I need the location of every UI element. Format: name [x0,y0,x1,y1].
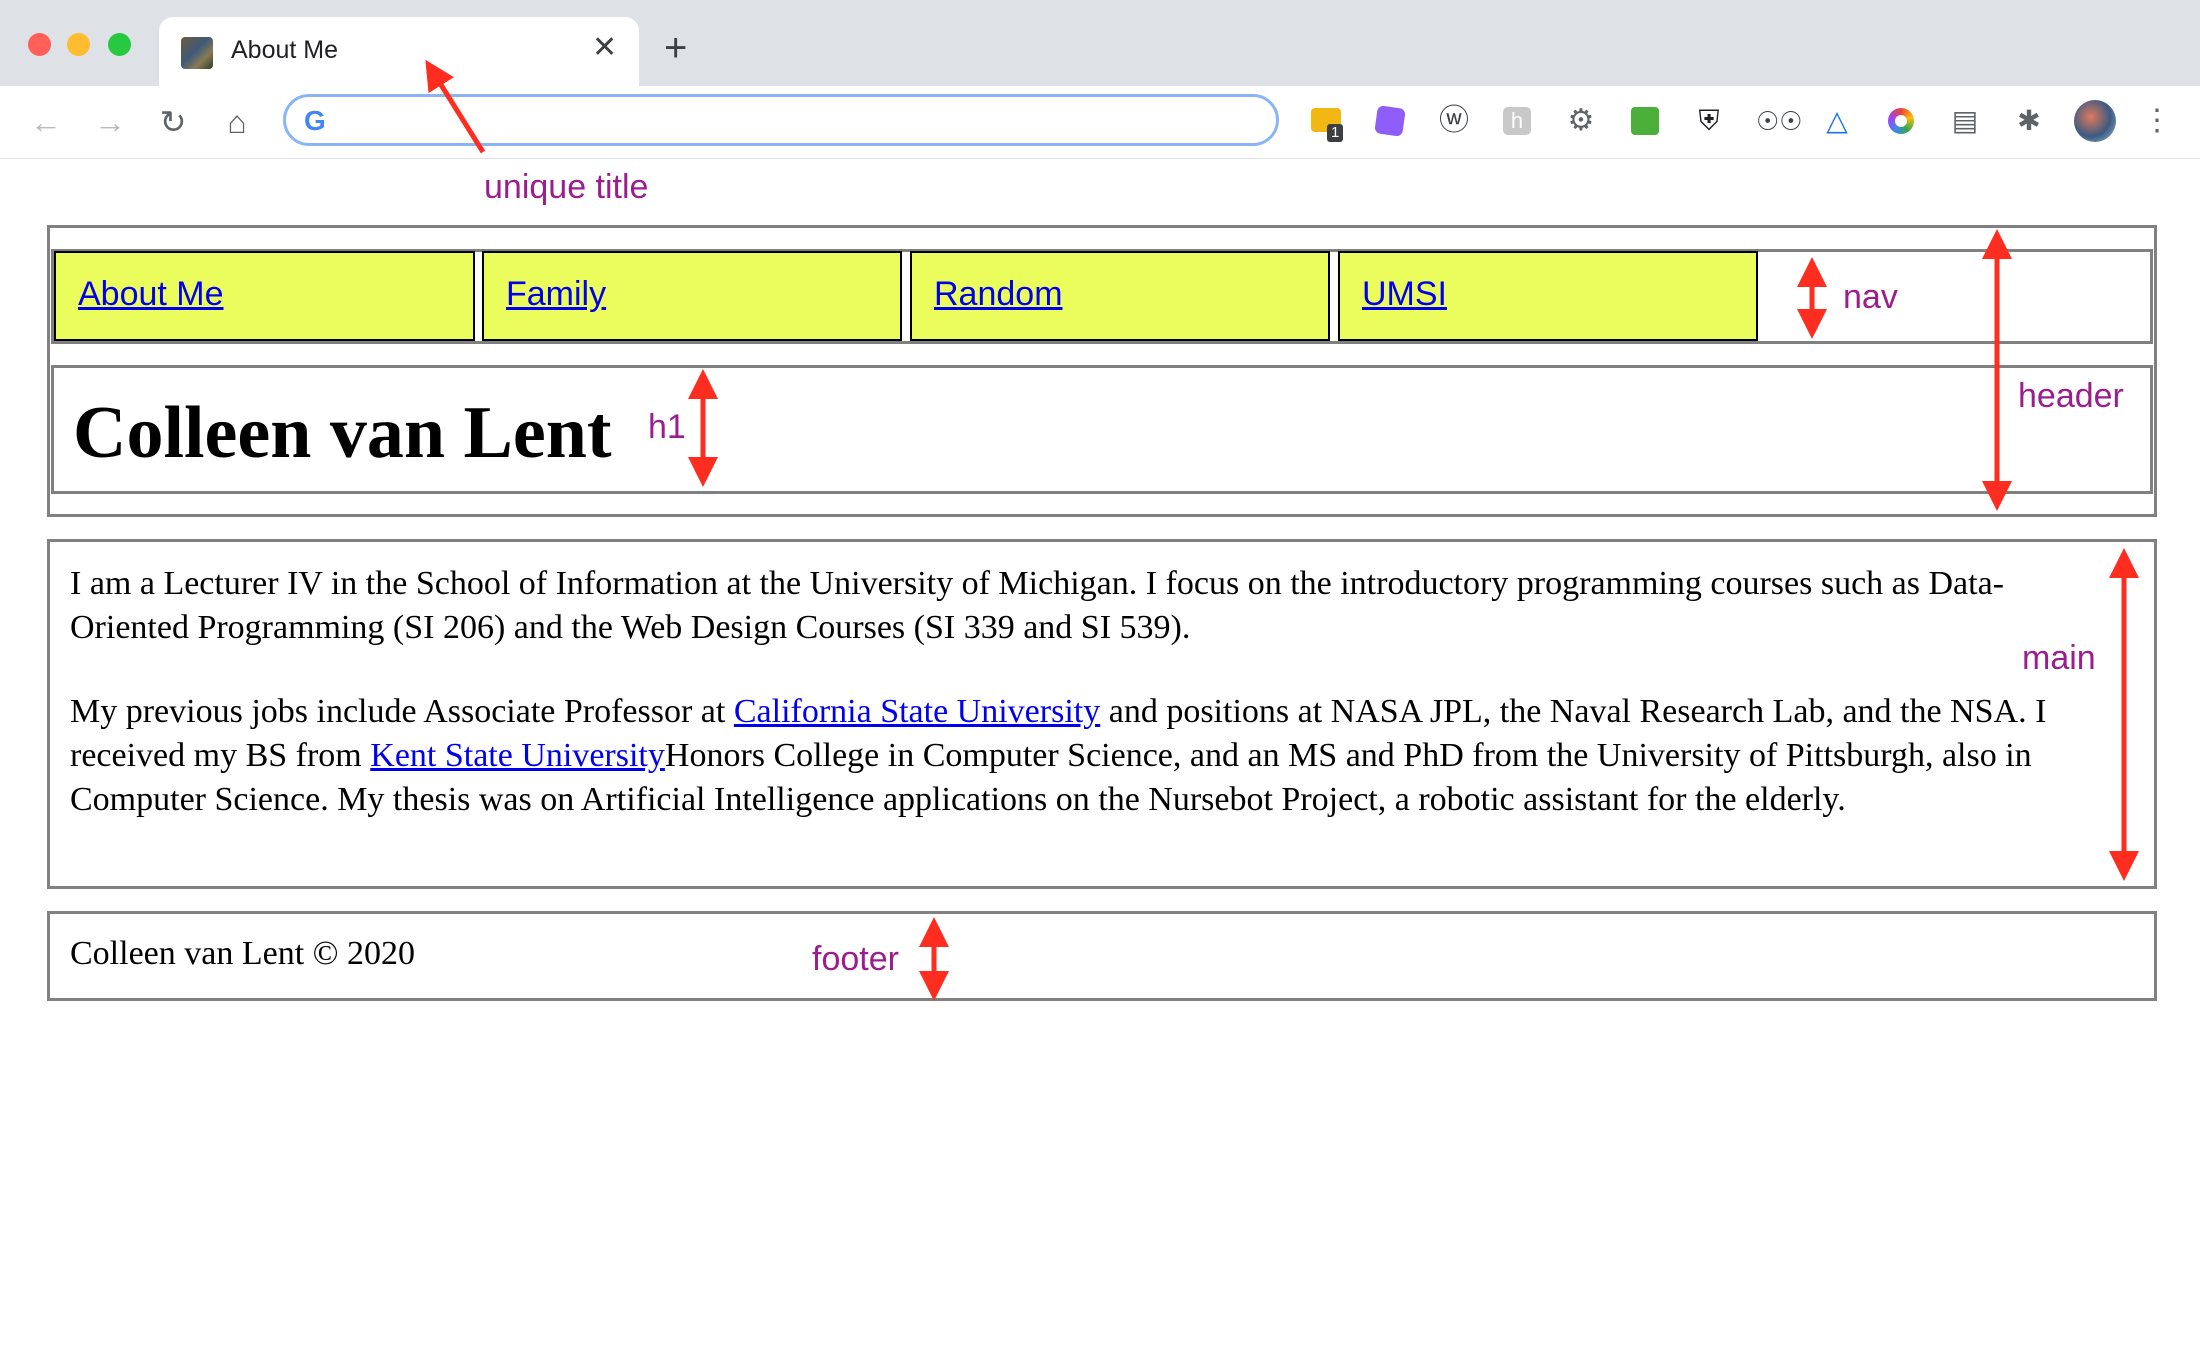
annotation-nav: nav [1843,278,1898,316]
tab-bar: About Me ✕ + [0,0,2200,86]
nav-item-family[interactable]: Family [482,251,902,341]
extension-badge: 1 [1327,124,1344,142]
profile-avatar[interactable] [2074,100,2116,142]
new-tab-button[interactable]: + [664,28,687,68]
google-logo-icon: G [304,105,326,136]
nav-link-random[interactable]: Random [934,275,1063,314]
axe-extension-icon[interactable]: △ [1820,104,1854,138]
paragraph-text: My previous jobs include Associate Profe… [70,693,734,730]
annotation-h1: h1 [648,408,686,446]
annotation-footer: footer [812,940,899,978]
tab-close-icon[interactable]: ✕ [592,33,617,63]
tab-title: About Me [231,36,339,64]
gear-extension-icon[interactable]: ⚙ [1564,104,1598,138]
checkmark-extension-icon[interactable] [1373,104,1407,138]
tab-favicon-icon [181,37,213,69]
browser-toolbar: ← → ↻ ⌂ G 1 ⓦ h ⚙ ⛨ ☉☉ △ ▤ ✱ ⋮ [0,86,2200,159]
glasses-extension-icon[interactable]: ☉☉ [1756,104,1803,138]
california-state-university-link[interactable]: California State University [734,693,1100,730]
nav-item-umsi[interactable]: UMSI [1338,251,1758,341]
footer-text: Colleen van Lent © 2020 [70,935,415,972]
camera-extension-icon[interactable]: ▤ [1948,104,1982,138]
shield-extension-icon[interactable]: ⛨ [1692,104,1726,138]
more-menu-icon[interactable]: ⋮ [2140,104,2174,138]
printer-extension-icon[interactable] [1628,104,1662,138]
color-wheel-extension-icon[interactable] [1884,104,1918,138]
forward-arrow-icon[interactable]: → [92,104,128,140]
nav-link-about-me[interactable]: About Me [78,275,224,314]
main-paragraph-1: I am a Lecturer IV in the School of Info… [70,565,2004,646]
main-paragraph-2: My previous jobs include Associate Profe… [70,690,2120,822]
maximize-window-button[interactable] [108,33,131,56]
close-window-button[interactable] [28,33,51,56]
reload-icon[interactable]: ↻ [155,104,191,140]
nav-item-about-me[interactable]: About Me [54,251,475,341]
address-input[interactable] [342,105,1246,137]
w-extension-icon[interactable]: ⓦ [1437,104,1471,138]
address-bar[interactable]: G [283,94,1279,146]
tab-about-me[interactable]: About Me ✕ [159,17,639,86]
h-extension-icon[interactable]: h [1500,104,1534,138]
home-icon[interactable]: ⌂ [219,104,255,140]
minimize-window-button[interactable] [67,33,90,56]
back-arrow-icon[interactable]: ← [28,104,64,140]
nav-link-umsi[interactable]: UMSI [1362,275,1447,314]
puzzle-extensions-icon[interactable]: ✱ [2012,104,2046,138]
annotation-main: main [2022,639,2096,677]
nav-item-random[interactable]: Random [910,251,1330,341]
kent-state-university-link[interactable]: Kent State University [370,737,665,774]
nav-link-family[interactable]: Family [506,275,606,314]
annotation-unique-title: unique title [484,168,649,206]
chat-extension-icon[interactable]: 1 [1309,104,1344,142]
annotation-header: header [2018,377,2124,415]
page-title: Colleen van Lent [73,392,612,474]
